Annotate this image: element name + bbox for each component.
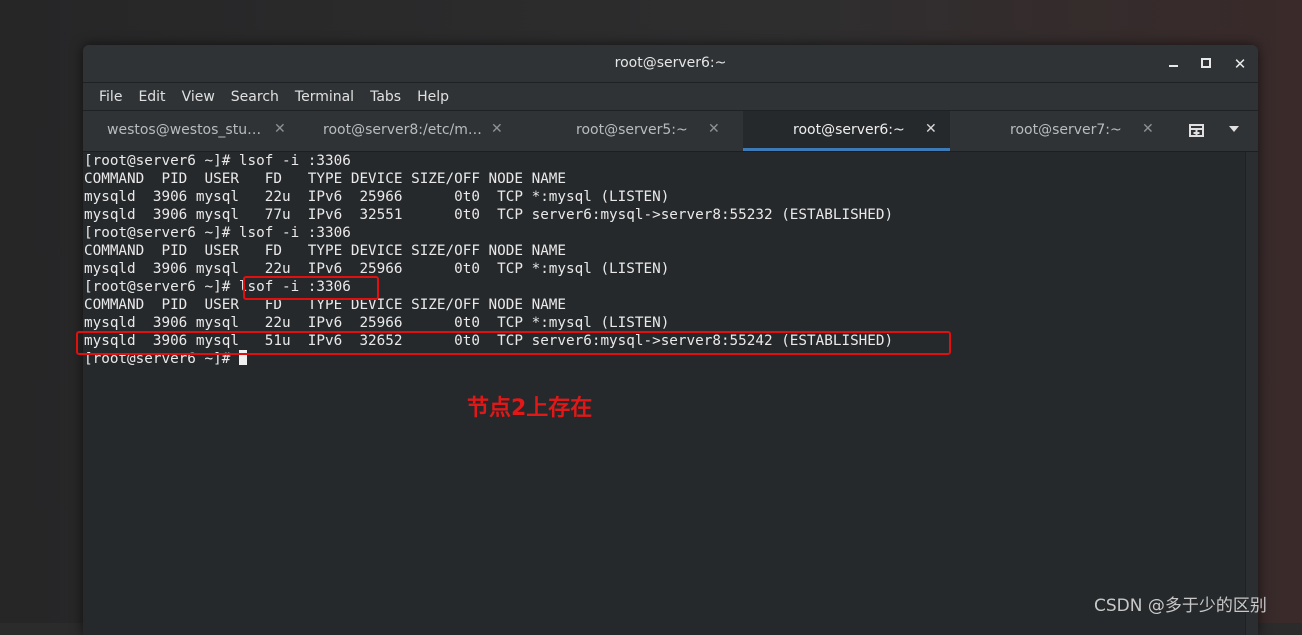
chevron-down-icon[interactable] bbox=[1229, 126, 1239, 132]
scrollbar[interactable] bbox=[1245, 152, 1258, 635]
menu-bar: File Edit View Search Terminal Tabs Help bbox=[83, 83, 1258, 111]
terminal-line: COMMAND PID USER FD TYPE DEVICE SIZE/OFF… bbox=[84, 243, 567, 259]
tab-label: root@server6:~ bbox=[793, 122, 905, 138]
tab-server7[interactable]: root@server7:~ ✕ bbox=[950, 111, 1160, 151]
tab-server6[interactable]: root@server6:~ ✕ bbox=[743, 111, 950, 151]
maximize-icon bbox=[1201, 58, 1211, 68]
established-highlight-box bbox=[76, 331, 951, 355]
menu-view[interactable]: View bbox=[174, 89, 223, 105]
close-icon: ✕ bbox=[1233, 55, 1247, 73]
terminal-line: COMMAND PID USER FD TYPE DEVICE SIZE/OFF… bbox=[84, 171, 567, 187]
tab-server8[interactable]: root@server8:/etc/m… ✕ bbox=[300, 111, 526, 151]
close-icon[interactable]: ✕ bbox=[925, 121, 937, 137]
tab-bar: westos@westos_stu… ✕ root@server8:/etc/m… bbox=[83, 111, 1258, 152]
terminal-line: [root@server6 ~]# lsof -i :3306 bbox=[84, 225, 351, 241]
minimize-button[interactable] bbox=[1162, 53, 1184, 75]
close-window-button[interactable]: ✕ bbox=[1229, 53, 1251, 75]
minimize-icon bbox=[1168, 65, 1178, 67]
command-highlight-box bbox=[243, 276, 379, 300]
watermark: CSDN @多于少的区别 bbox=[1094, 596, 1267, 616]
menu-tabs[interactable]: Tabs bbox=[362, 89, 409, 105]
terminal-line: mysqld 3906 mysql 77u IPv6 32551 0t0 TCP… bbox=[84, 207, 894, 223]
new-tab-button[interactable] bbox=[1187, 122, 1207, 140]
new-tab-icon bbox=[1189, 124, 1204, 137]
terminal-line: [root@server6 ~]# lsof -i :3306 bbox=[84, 153, 351, 169]
terminal-output[interactable]: [root@server6 ~]# lsof -i :3306 COMMAND … bbox=[83, 152, 1243, 635]
annotation-text: 节点2上存在 bbox=[467, 396, 593, 421]
menu-terminal[interactable]: Terminal bbox=[287, 89, 362, 105]
tab-server5[interactable]: root@server5:~ ✕ bbox=[526, 111, 743, 151]
close-icon[interactable]: ✕ bbox=[708, 121, 720, 137]
terminal-line: mysqld 3906 mysql 22u IPv6 25966 0t0 TCP… bbox=[84, 189, 670, 205]
title-bar: root@server6:~ ✕ bbox=[83, 45, 1258, 83]
tab-label: root@server8:/etc/m… bbox=[323, 122, 482, 138]
active-tab-indicator bbox=[743, 148, 950, 151]
window-title: root@server6:~ bbox=[614, 55, 727, 71]
tab-westos[interactable]: westos@westos_stu… ✕ bbox=[83, 111, 300, 151]
close-icon[interactable]: ✕ bbox=[491, 121, 503, 137]
terminal-line: mysqld 3906 mysql 22u IPv6 25966 0t0 TCP… bbox=[84, 315, 670, 331]
close-icon[interactable]: ✕ bbox=[274, 121, 286, 137]
menu-help[interactable]: Help bbox=[409, 89, 457, 105]
menu-edit[interactable]: Edit bbox=[130, 89, 173, 105]
tab-label: root@server5:~ bbox=[576, 122, 688, 138]
tab-label: root@server7:~ bbox=[1010, 122, 1122, 138]
tab-label: westos@westos_stu… bbox=[107, 122, 262, 138]
menu-search[interactable]: Search bbox=[223, 89, 287, 105]
menu-file[interactable]: File bbox=[91, 89, 130, 105]
maximize-button[interactable] bbox=[1195, 53, 1217, 75]
close-icon[interactable]: ✕ bbox=[1142, 121, 1154, 137]
